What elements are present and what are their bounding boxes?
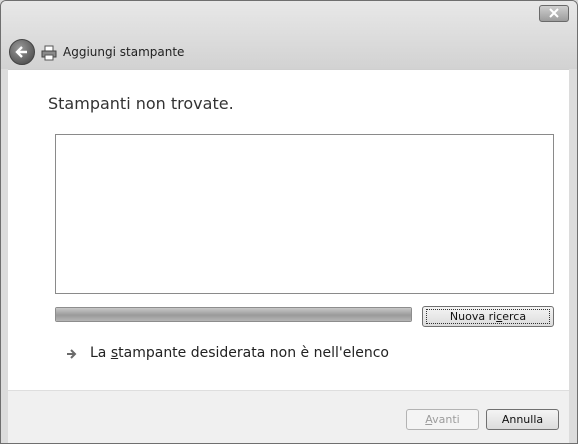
link-label-post: tampante desiderata non è nell'elenco bbox=[118, 345, 389, 361]
close-button[interactable] bbox=[539, 5, 569, 22]
printer-icon bbox=[41, 45, 57, 61]
back-arrow-icon bbox=[15, 46, 27, 58]
focus-rectangle bbox=[426, 309, 550, 324]
next-button[interactable]: Avanti bbox=[406, 409, 479, 430]
dialog-footer: Avanti Annulla bbox=[8, 390, 569, 443]
cancel-button[interactable]: Annulla bbox=[486, 409, 559, 430]
progress-fill bbox=[56, 308, 411, 321]
title-bar: Aggiungi stampante bbox=[1, 1, 577, 69]
link-label-pre: La bbox=[90, 345, 111, 361]
page-heading: Stampanti non trovate. bbox=[48, 94, 234, 113]
dialog-title: Aggiungi stampante bbox=[63, 45, 185, 59]
next-label-post: vanti bbox=[432, 413, 460, 426]
printer-list[interactable] bbox=[55, 134, 554, 294]
arrow-right-icon bbox=[67, 349, 77, 359]
close-icon bbox=[549, 8, 559, 18]
printer-not-listed-label: La stampante desiderata non è nell'elenc… bbox=[90, 345, 389, 361]
add-printer-dialog: Aggiungi stampante Stampanti non trovate… bbox=[0, 0, 578, 444]
search-progress-bar bbox=[55, 307, 412, 322]
content-area: Stampanti non trovate. Nuova ricerca La … bbox=[8, 69, 569, 390]
back-button[interactable] bbox=[9, 39, 35, 65]
new-search-button[interactable]: Nuova ricerca bbox=[422, 306, 554, 327]
